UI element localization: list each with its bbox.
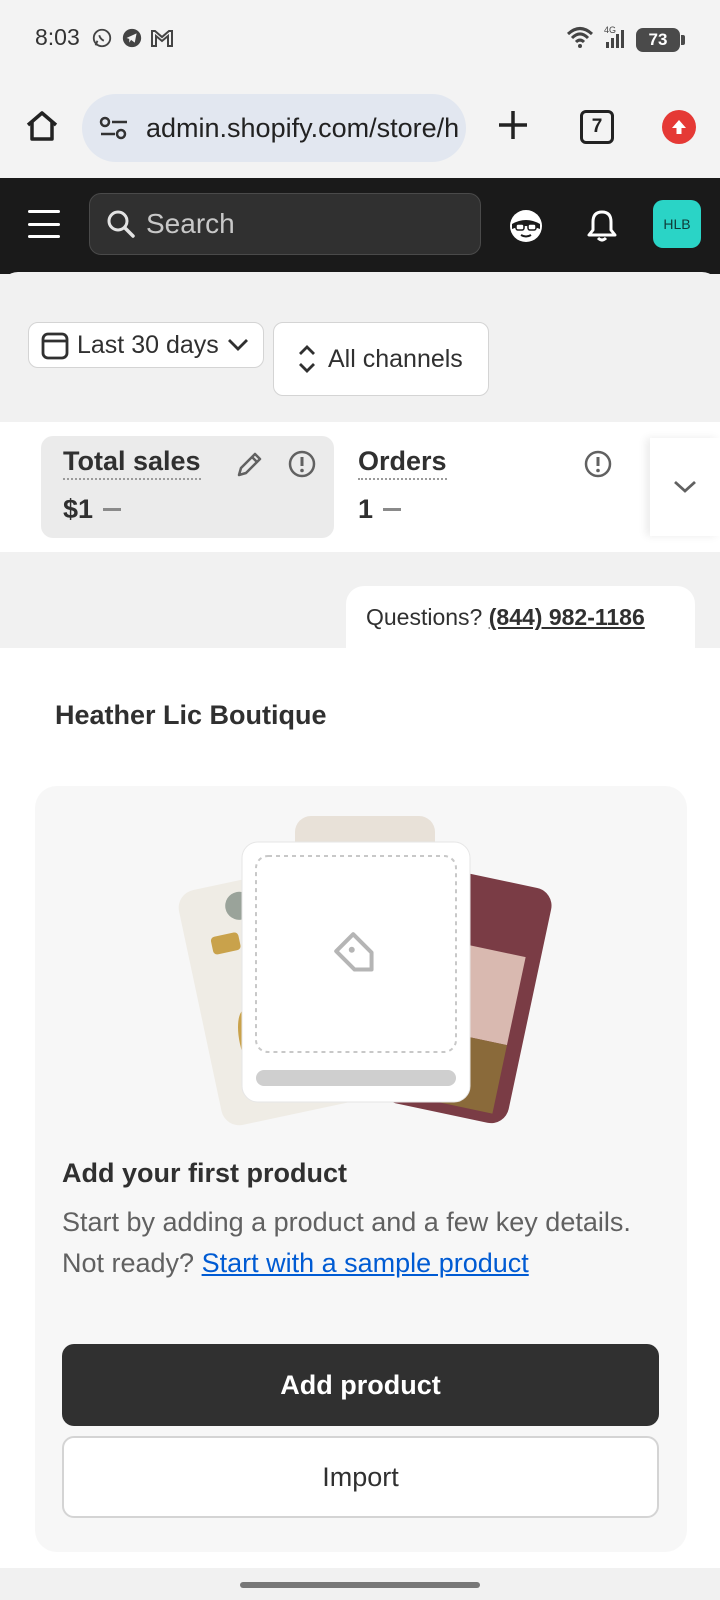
home-button[interactable] [20, 104, 64, 148]
add-product-button[interactable]: Add product [62, 1344, 659, 1426]
home-icon [26, 111, 58, 141]
channels-filter[interactable]: All channels [273, 322, 489, 396]
metric-value-row: $1 [63, 494, 312, 525]
sidekick-icon [510, 210, 542, 242]
metric-info-button[interactable] [286, 448, 318, 480]
battery-indicator: 73 [636, 27, 685, 52]
import-button[interactable]: Import [62, 1436, 659, 1518]
date-range-filter[interactable]: Last 30 days [28, 322, 264, 368]
sidekick-button[interactable] [502, 202, 550, 250]
main-content: Last 30 days All channels Total sales $1… [0, 272, 720, 1600]
add-product-card: Add your first product Start by adding a… [35, 786, 687, 1552]
support-banner: Questions? (844) 982-1186 [346, 586, 695, 656]
pencil-icon [237, 452, 262, 477]
metric-total-sales[interactable]: Total sales $1 [41, 436, 334, 538]
metrics-bar: Total sales $1 Orders 1 [0, 422, 720, 552]
support-phone-link[interactable]: (844) 982-1186 [489, 604, 645, 630]
sample-product-link[interactable]: Start with a sample product [202, 1248, 529, 1278]
home-panel: Heather Lic Boutique Add your first prod… [0, 648, 720, 1568]
menu-icon-line [28, 210, 60, 213]
metrics-expand-button[interactable] [650, 438, 720, 536]
store-name: Heather Lic Boutique [55, 700, 327, 730]
metric-info-button[interactable] [582, 448, 614, 480]
status-indicators: 4G 73 [566, 24, 685, 55]
plus-icon [499, 111, 527, 139]
status-bar: 8:03 4G 73 [0, 0, 720, 80]
metric-value-row: 1 [358, 494, 607, 525]
search-icon [107, 210, 135, 238]
metric-label: Total sales [63, 446, 201, 480]
network-type-label: 4G [604, 25, 616, 35]
calendar-icon [41, 332, 69, 360]
telegram-icon [120, 26, 144, 50]
card-description: Start by adding a product and a few key … [62, 1202, 642, 1284]
info-icon [288, 450, 316, 478]
browser-toolbar: admin.shopify.com/store/h 7 [0, 80, 720, 178]
status-app-icons [90, 26, 174, 50]
chevron-up-down-icon [299, 345, 315, 373]
bell-icon [587, 210, 617, 242]
menu-icon-line [28, 235, 60, 238]
info-icon [584, 450, 612, 478]
admin-header: Search HLB [0, 178, 720, 274]
metric-value: $1 [63, 494, 94, 524]
channels-label: All channels [328, 344, 463, 373]
signal-icon: 4G [602, 24, 628, 55]
url-text: admin.shopify.com/store/h [146, 112, 460, 143]
gmail-icon [150, 26, 174, 50]
status-time: 8:03 [35, 24, 80, 50]
product-illustration [178, 816, 552, 1126]
arrow-up-icon [672, 120, 686, 134]
tab-switcher-button[interactable]: 7 [580, 110, 614, 144]
site-settings-icon[interactable] [96, 110, 132, 146]
menu-button[interactable] [26, 206, 62, 242]
address-bar[interactable]: admin.shopify.com/store/h [82, 94, 466, 162]
card-title: Add your first product [62, 1158, 347, 1188]
menu-icon-line [28, 222, 60, 226]
search-placeholder: Search [146, 208, 235, 239]
metric-label: Orders [358, 446, 447, 480]
notifications-button[interactable] [578, 202, 626, 250]
illustration-dashed-frame [255, 855, 457, 1053]
support-prefix: Questions? [366, 604, 483, 630]
search-input[interactable]: Search [89, 193, 481, 255]
chevron-down-icon [674, 480, 696, 493]
chevron-down-icon [227, 339, 248, 351]
date-range-label: Last 30 days [77, 330, 219, 359]
no-change-indicator [103, 508, 122, 511]
illustration-text-placeholder [256, 1070, 456, 1086]
update-button[interactable] [662, 110, 696, 144]
whatsapp-icon [90, 26, 114, 50]
wifi-icon [566, 25, 594, 54]
gesture-nav-handle[interactable] [240, 1582, 480, 1588]
metric-value: 1 [358, 494, 374, 524]
new-tab-button[interactable] [490, 102, 536, 148]
metric-orders[interactable]: Orders 1 [336, 436, 629, 538]
edit-metric-button[interactable] [234, 448, 266, 480]
store-avatar[interactable]: HLB [653, 200, 701, 248]
no-change-indicator [383, 508, 402, 511]
